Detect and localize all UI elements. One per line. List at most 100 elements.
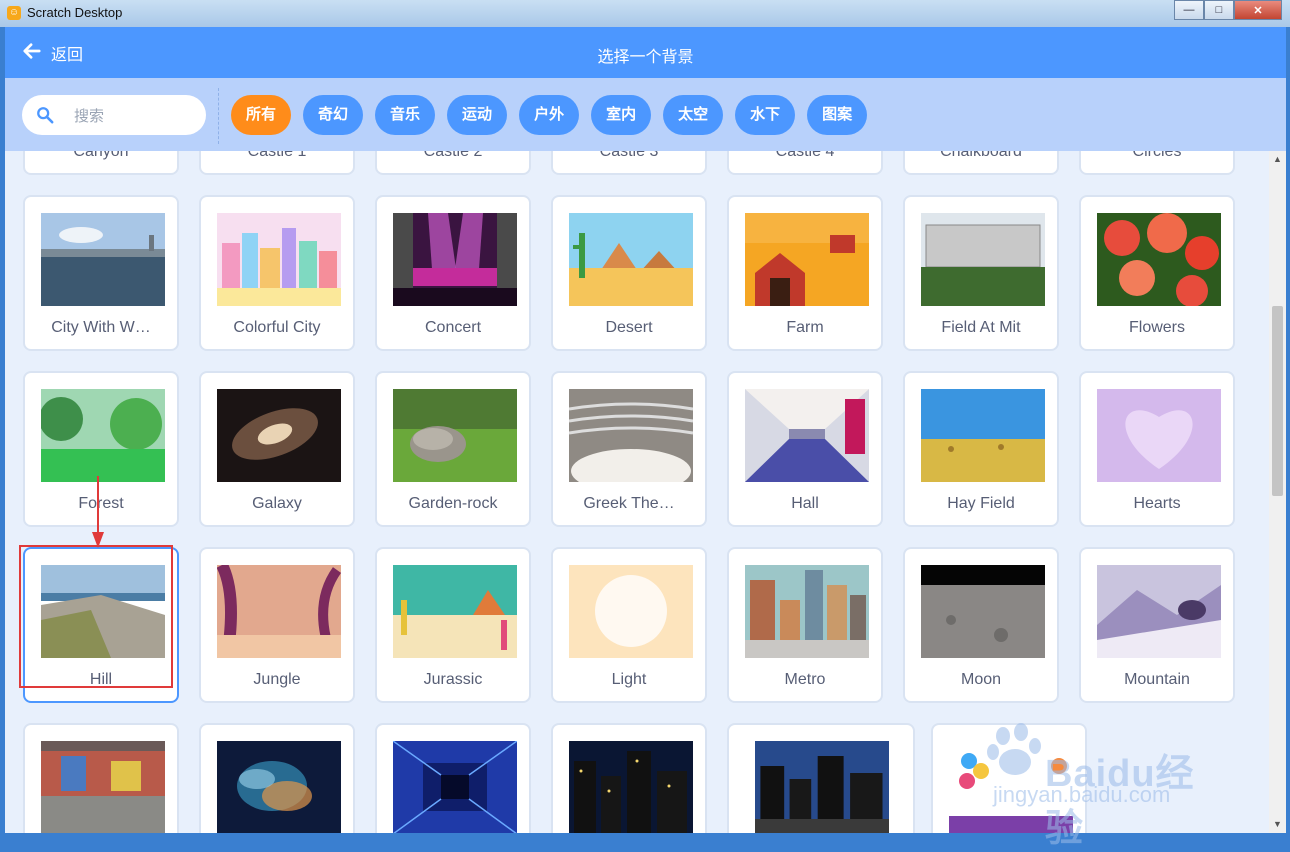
backdrop-name: Hay Field <box>947 495 1015 512</box>
backdrop-card[interactable]: Light <box>551 547 707 703</box>
backdrop-name: Canyon <box>73 151 129 160</box>
backdrop-thumbnail <box>217 565 341 658</box>
tag-space[interactable]: 太空 <box>663 95 724 135</box>
backdrop-name: Greek The… <box>583 495 675 512</box>
backdrop-thumbnail <box>1097 389 1221 482</box>
paw-logo-icon <box>987 723 1041 775</box>
vertical-scrollbar[interactable]: ▲ ▼ <box>1269 151 1286 833</box>
backdrop-name: Metro <box>784 671 826 688</box>
backdrop-thumbnail <box>569 213 693 306</box>
backdrop-card[interactable]: Galaxy <box>199 371 355 527</box>
backdrop-card[interactable]: City With W… <box>23 195 179 351</box>
backdrop-name: Colorful City <box>233 319 321 336</box>
backdrop-card[interactable]: Flowers <box>1079 195 1235 351</box>
backdrop-thumbnail <box>1097 213 1221 306</box>
tag-music[interactable]: 音乐 <box>375 95 436 135</box>
backdrop-thumbnail <box>1097 565 1221 658</box>
backdrop-card[interactable]: Field At Mit <box>903 195 1059 351</box>
backdrop-card[interactable]: Jungle <box>199 547 355 703</box>
backdrop-card[interactable]: Castle 1 <box>199 151 355 175</box>
window-title: Scratch Desktop <box>27 5 123 20</box>
backdrop-name: Hearts <box>1133 495 1181 512</box>
backdrop-thumbnail <box>569 741 693 833</box>
backdrop-name: Farm <box>786 319 824 336</box>
scroll-down-arrow-icon[interactable]: ▼ <box>1269 816 1286 833</box>
backdrop-card[interactable]: Hall <box>727 371 883 527</box>
backdrop-name: Castle 3 <box>599 151 659 160</box>
backdrop-card[interactable]: Circles <box>1079 151 1235 175</box>
backdrop-thumbnail <box>569 389 693 482</box>
maximize-button[interactable]: □ <box>1204 0 1234 20</box>
backdrop-name: Desert <box>605 319 653 336</box>
annotation-highlight-box <box>19 545 173 688</box>
backdrop-thumbnail <box>217 389 341 482</box>
backdrop-thumbnail <box>921 565 1045 658</box>
backdrop-card[interactable]: Castle 2 <box>375 151 531 175</box>
tag-fantasy[interactable]: 奇幻 <box>303 95 364 135</box>
watermark-url: jingyan.baidu.com <box>993 782 1171 807</box>
scrollbar-thumb[interactable] <box>1272 306 1283 496</box>
backdrop-card[interactable] <box>199 723 355 833</box>
minimize-button[interactable]: — <box>1174 0 1204 20</box>
backdrop-card[interactable]: Jurassic <box>375 547 531 703</box>
backdrop-card[interactable]: Farm <box>727 195 883 351</box>
backdrop-thumbnail <box>41 389 165 482</box>
backdrop-thumbnail <box>41 213 165 306</box>
backdrop-name: Chalkboard <box>940 151 1022 160</box>
backdrop-library: 返回 选择一个背景 所有 奇幻 音乐 运动 户外 室内 太空 水下 图案 Can… <box>5 27 1286 833</box>
scroll-up-arrow-icon[interactable]: ▲ <box>1269 151 1286 168</box>
backdrop-name: Flowers <box>1128 319 1185 336</box>
backdrop-name: Field At Mit <box>941 319 1021 336</box>
scratch-app-icon: ☺ <box>7 6 21 20</box>
backdrop-name: Circles <box>1132 151 1182 160</box>
backdrop-thumbnail <box>745 389 869 482</box>
backdrop-name: Mountain <box>1124 671 1190 688</box>
annotation-arrow-icon <box>92 476 104 548</box>
backdrop-card[interactable]: Chalkboard <box>903 151 1059 175</box>
search-input[interactable] <box>72 103 196 129</box>
tag-all[interactable]: 所有 <box>231 95 292 135</box>
backdrop-thumbnail <box>217 741 341 833</box>
backdrop-card[interactable]: Garden-rock <box>375 371 531 527</box>
backdrop-name: Castle 4 <box>775 151 835 160</box>
library-header: 返回 选择一个背景 <box>5 27 1286 78</box>
backdrop-card[interactable] <box>23 723 179 833</box>
backdrop-card[interactable]: Castle 3 <box>551 151 707 175</box>
backdrop-thumbnail <box>745 565 869 658</box>
backdrop-card[interactable]: Canyon <box>23 151 179 175</box>
tag-underwater[interactable]: 水下 <box>735 95 796 135</box>
backdrop-card[interactable]: Concert <box>375 195 531 351</box>
backdrop-card[interactable]: Colorful City <box>199 195 355 351</box>
backdrop-card[interactable]: Moon <box>903 547 1059 703</box>
backdrop-card[interactable]: Hay Field <box>903 371 1059 527</box>
backdrop-thumbnail <box>217 213 341 306</box>
backdrop-card[interactable]: Mountain <box>1079 547 1235 703</box>
backdrop-name: Hall <box>791 495 819 512</box>
backdrop-card[interactable]: Hearts <box>1079 371 1235 527</box>
backdrop-card[interactable]: Castle 4 <box>727 151 883 175</box>
backdrop-card[interactable] <box>551 723 707 833</box>
baidu-watermark: Baidu经验 jingyan.baidu.com <box>985 720 1225 850</box>
backdrop-card[interactable]: Metro <box>727 547 883 703</box>
backdrop-card[interactable]: Desert <box>551 195 707 351</box>
backdrop-card[interactable] <box>375 723 531 833</box>
filter-divider <box>218 88 219 144</box>
backdrop-name: Garden-rock <box>408 495 498 512</box>
tag-patterns[interactable]: 图案 <box>807 95 868 135</box>
backdrop-thumbnail <box>745 213 869 306</box>
close-button[interactable]: ✕ <box>1234 0 1282 20</box>
backdrop-thumbnail <box>393 565 517 658</box>
tag-indoors[interactable]: 室内 <box>591 95 652 135</box>
backdrop-name: Jungle <box>253 671 301 688</box>
backdrop-thumbnail <box>393 213 517 306</box>
backdrop-name: Moon <box>960 671 1002 688</box>
tag-outdoors[interactable]: 户外 <box>519 95 580 135</box>
backdrop-thumbnail <box>921 213 1045 306</box>
backdrop-card[interactable]: Greek The… <box>551 371 707 527</box>
backdrop-name: Jurassic <box>423 671 483 688</box>
backdrop-name: City With W… <box>51 319 151 336</box>
backdrop-card[interactable] <box>727 723 915 833</box>
tag-sports[interactable]: 运动 <box>447 95 508 135</box>
filter-bar: 所有 奇幻 音乐 运动 户外 室内 太空 水下 图案 <box>5 78 1286 151</box>
backdrop-thumbnail <box>393 389 517 482</box>
